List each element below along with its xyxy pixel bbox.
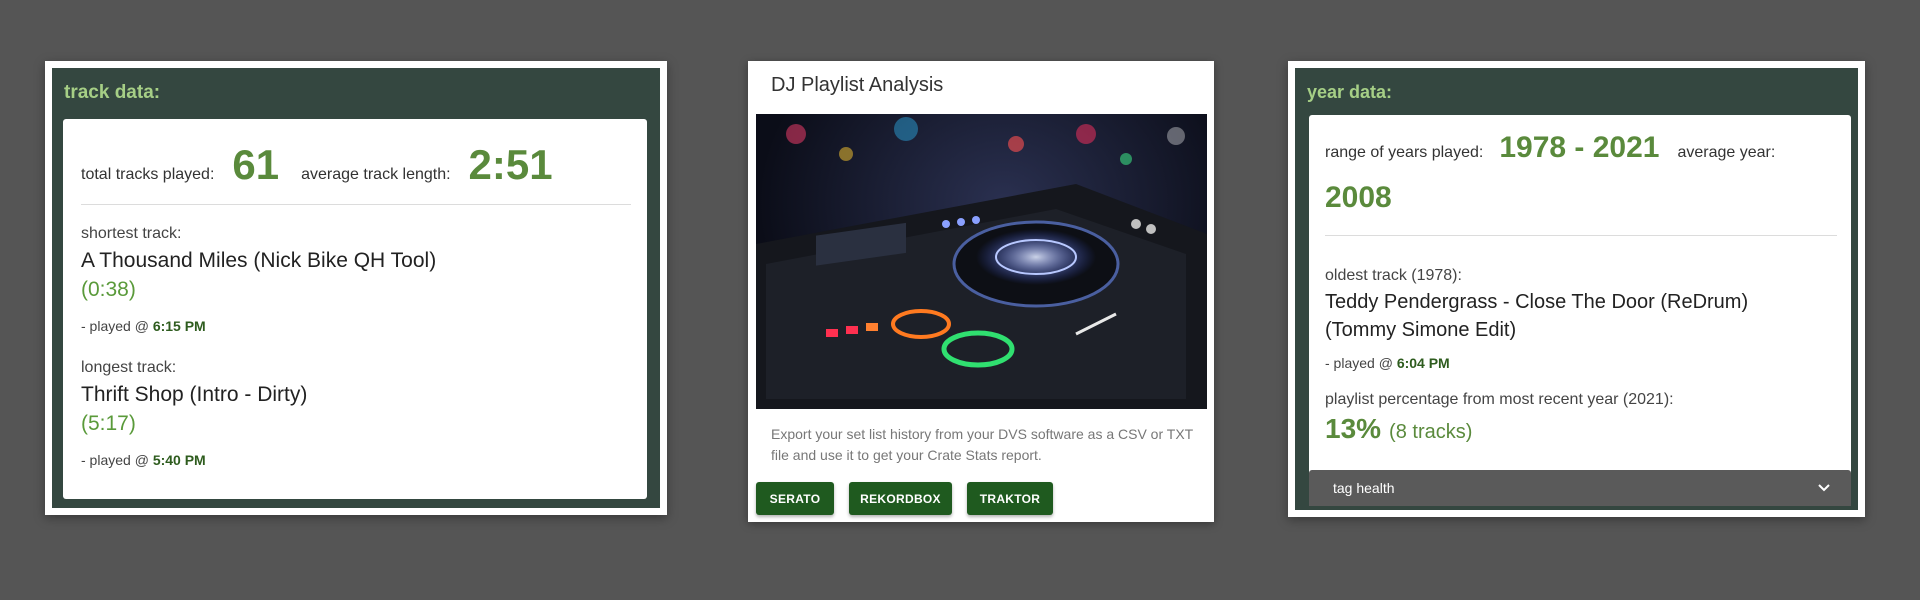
longest-track-label: longest track: (81, 359, 177, 376)
longest-track-title: Thrift Shop (Intro - Dirty) (81, 383, 308, 406)
total-tracks-label: total tracks played: (81, 166, 215, 183)
year-range-value: 1978 - 2021 (1499, 131, 1660, 164)
card-description: Export your set list history from your D… (771, 426, 1193, 463)
divider (1325, 235, 1837, 236)
played-prefix: - played @ (81, 318, 153, 334)
dj-playlist-card: DJ Playlist Analysis Export your set lis… (748, 61, 1214, 522)
track-data-panel-background: track data: total tracks played: 61 aver… (52, 68, 660, 508)
average-year-value: 2008 (1325, 181, 1392, 214)
track-data-card: total tracks played: 61 average track le… (63, 119, 647, 499)
shortest-track-title: A Thousand Miles (Nick Bike QH Tool) (81, 249, 437, 272)
recent-year-track-count: (8 tracks) (1389, 421, 1473, 443)
dj-controller-image (756, 114, 1207, 409)
oldest-played-time: 6:04 PM (1396, 355, 1450, 371)
total-tracks-value: 61 (232, 141, 280, 188)
oldest-track-title-line2: (Tommy Simone Edit) (1325, 319, 1517, 341)
divider (81, 204, 631, 205)
recent-year-percentage-value: 13% (1325, 413, 1382, 444)
year-data-panel-background: year data: range of years played: 1978 -… (1295, 68, 1858, 510)
oldest-track-label: oldest track (1978): (1325, 267, 1462, 284)
shortest-track-duration: (0:38) (81, 278, 136, 301)
shortest-track-label: shortest track: (81, 225, 182, 242)
oldest-track-played: - played @ 6:04 PM (1325, 355, 1450, 371)
average-length-value: 2:51 (468, 141, 553, 188)
dj-controller-illustration (756, 117, 1207, 409)
traktor-button[interactable]: TRAKTOR (967, 482, 1053, 515)
serato-button[interactable]: SERATO (756, 482, 834, 515)
year-data-panel: year data: range of years played: 1978 -… (1288, 61, 1865, 517)
rekordbox-button[interactable]: REKORDBOX (849, 482, 952, 515)
year-range-label: range of years played: (1325, 144, 1484, 161)
shortest-track-played: - played @ 6:15 PM (81, 318, 206, 334)
shortest-played-time: 6:15 PM (152, 318, 206, 334)
average-length-label: average track length: (301, 166, 451, 183)
tag-health-accordion[interactable]: tag health (1309, 470, 1851, 506)
played-prefix: - played @ (81, 452, 153, 468)
track-data-panel: track data: total tracks played: 61 aver… (45, 61, 667, 515)
average-year-label: average year: (1677, 144, 1776, 161)
year-data-title: year data: (1307, 82, 1393, 102)
longest-track-duration: (5:17) (81, 412, 136, 435)
recent-year-percentage: 13% (8 tracks) (1325, 413, 1472, 445)
oldest-track-title-line1: Teddy Pendergrass - Close The Door (ReDr… (1325, 291, 1749, 313)
year-data-card: range of years played: 1978 - 2021 avera… (1309, 115, 1851, 505)
played-prefix: - played @ (1325, 355, 1397, 371)
chevron-down-icon (1818, 484, 1830, 492)
card-title: DJ Playlist Analysis (771, 74, 944, 96)
tag-health-label: tag health (1333, 480, 1395, 496)
track-data-title: track data: (64, 82, 161, 103)
longest-track-played: - played @ 5:40 PM (81, 452, 206, 468)
longest-played-time: 5:40 PM (152, 452, 206, 468)
recent-year-percentage-label: playlist percentage from most recent yea… (1325, 391, 1674, 408)
